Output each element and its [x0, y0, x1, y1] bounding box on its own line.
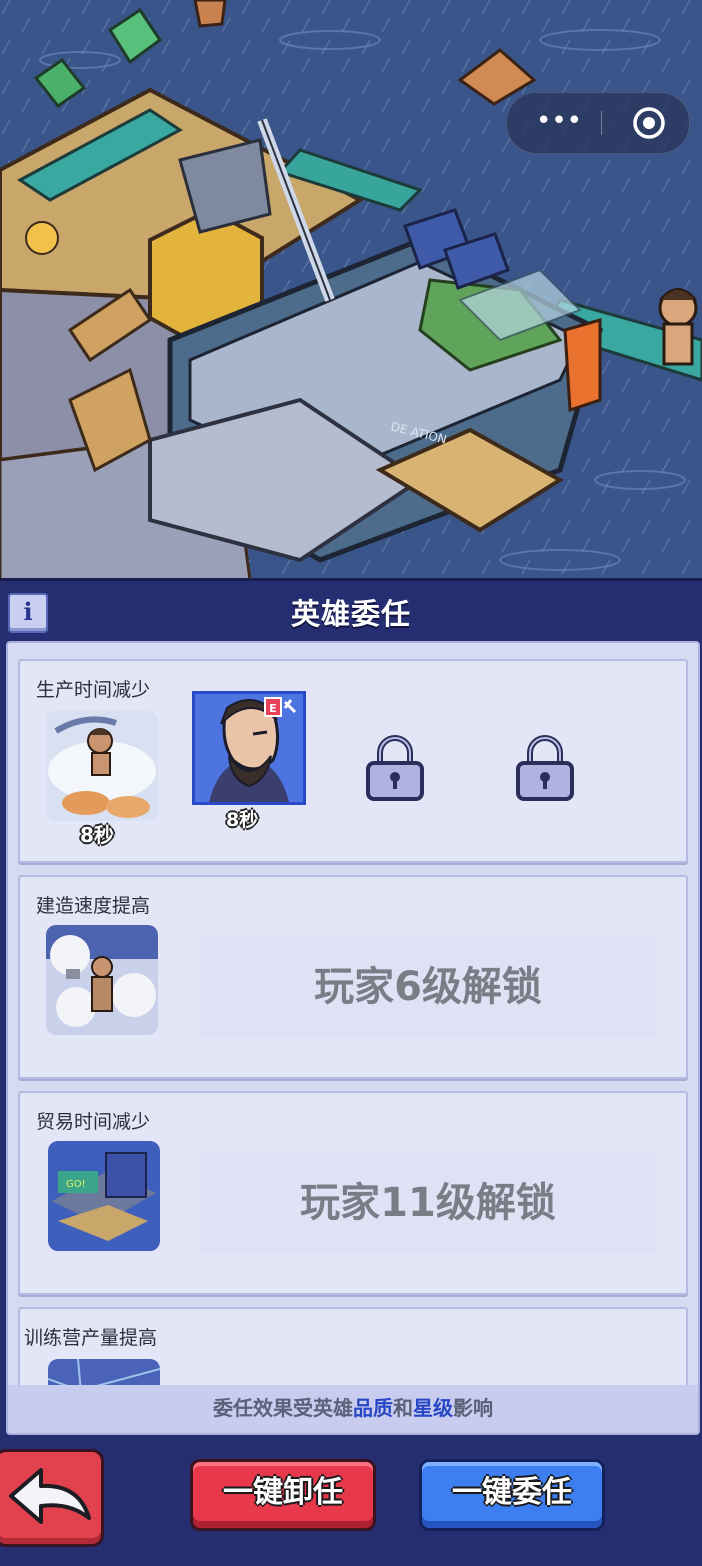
lock-icon[interactable] — [364, 731, 426, 803]
capsule-divider — [601, 111, 602, 135]
assign-all-button[interactable]: 一键委任 — [419, 1459, 605, 1531]
hero-portrait: E — [195, 694, 303, 802]
assignment-effect-note: 委任效果受英雄品质和星级影响 — [8, 1385, 698, 1433]
target-icon[interactable] — [631, 105, 667, 141]
build-speed-card: 建造速度提高 玩家6级解锁 — [18, 875, 688, 1079]
quality-keyword: 品质 — [353, 1396, 393, 1420]
hero-time: 8秒 — [226, 809, 259, 831]
panel-header: i 英雄委任 — [0, 581, 702, 641]
thumbnail-time: 8秒 — [80, 823, 114, 847]
star-keyword: 星级 — [413, 1396, 453, 1420]
trade-thumbnail: GO! — [48, 1141, 160, 1251]
base-illustration: DE ATION — [0, 0, 702, 580]
game-scene[interactable]: DE ATION ••• — [0, 0, 702, 580]
more-dots-icon[interactable]: ••• — [531, 107, 587, 139]
production-card: 生产时间减少 8秒 E 8秒 — [18, 659, 688, 863]
unlock-requirement: 玩家6级解锁 — [200, 937, 656, 1037]
training-camp-card: 训练营产量提高 — [18, 1307, 688, 1385]
mini-program-capsule: ••• — [506, 92, 690, 154]
svg-text:GO!: GO! — [66, 1179, 86, 1190]
back-button[interactable] — [0, 1449, 104, 1547]
hero-assignment-panel: i 英雄委任 生产时间减少 8秒 E 8秒 建造速度提高 玩家6级解锁 贸易时间… — [0, 578, 702, 1566]
lock-icon[interactable] — [514, 731, 576, 803]
trade-time-card: 贸易时间减少 GO! 玩家11级解锁 — [18, 1091, 688, 1295]
production-thumbnail — [46, 711, 158, 821]
svg-text:E: E — [269, 702, 277, 715]
assignment-list-frame: 生产时间减少 8秒 E 8秒 建造速度提高 玩家6级解锁 贸易时间减少 GO! … — [6, 641, 700, 1435]
dismiss-all-button[interactable]: 一键卸任 — [190, 1459, 376, 1531]
card-title: 训练营产量提高 — [24, 1327, 158, 1349]
back-arrow-icon — [9, 1468, 91, 1524]
card-title: 贸易时间减少 — [36, 1111, 151, 1133]
training-thumbnail — [48, 1359, 160, 1385]
assignment-list[interactable]: 生产时间减少 8秒 E 8秒 建造速度提高 玩家6级解锁 贸易时间减少 GO! … — [8, 643, 698, 1385]
card-title: 建造速度提高 — [36, 895, 151, 917]
page-title: 英雄委任 — [290, 597, 411, 631]
unlock-requirement: 玩家11级解锁 — [200, 1153, 656, 1253]
card-title: 生产时间减少 — [36, 679, 151, 701]
build-thumbnail — [46, 925, 158, 1035]
hero-portrait-slot[interactable]: E — [192, 691, 306, 805]
